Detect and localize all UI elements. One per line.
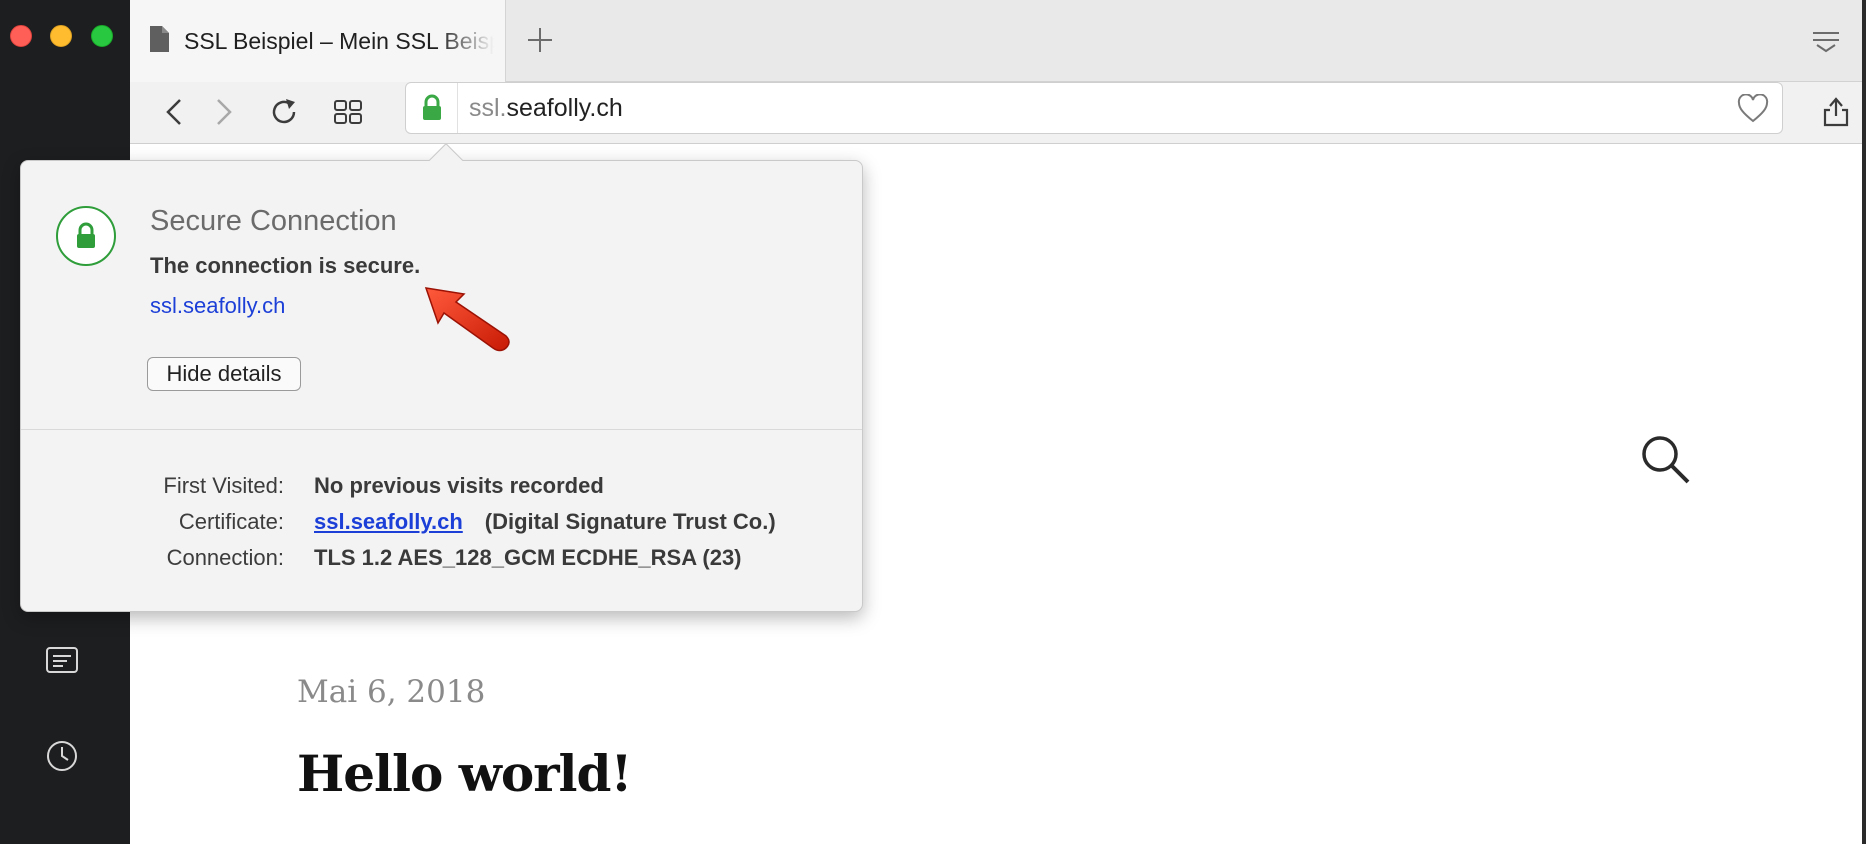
hide-details-button[interactable]: Hide details [147,357,301,391]
url-text[interactable]: ssl.seafolly.ch [458,94,623,123]
secure-lock-icon [56,206,116,266]
chevron-right-icon [217,99,232,125]
popup-host-link[interactable]: ssl.seafolly.ch [150,293,285,319]
first-visited-row: First Visited: No previous visits record… [21,473,862,503]
chevron-left-icon [166,99,181,125]
popup-divider [21,429,862,430]
notes-panel-icon[interactable] [44,642,80,678]
window-close-button[interactable] [10,25,32,47]
address-bar[interactable]: ssl.seafolly.ch [405,82,1783,134]
new-tab-button[interactable] [522,22,558,58]
annotation-arrow-icon [424,287,510,352]
site-security-popup: Secure Connection The connection is secu… [20,143,863,612]
lock-icon [422,94,441,120]
share-button[interactable] [1816,92,1856,132]
certificate-row: Certificate: ssl.seafolly.ch (Digital Sig… [21,509,862,539]
certificate-link[interactable]: ssl.seafolly.ch [314,509,463,534]
tab-active[interactable]: SSL Beispiel – Mein SSL Beispiel [130,0,506,82]
tab-list-icon [1813,32,1839,53]
url-subdomain: ssl. [469,93,507,122]
first-visited-value: No previous visits recorded [314,473,604,498]
back-button[interactable] [154,92,194,132]
connection-row: Connection: TLS 1.2 AES_128_GCM ECDHE_RS… [21,545,862,575]
heart-icon [1737,94,1769,123]
grid-icon [334,100,362,124]
bookmark-button[interactable] [1736,92,1770,126]
certificate-label: Certificate: [178,509,284,534]
site-search-button[interactable] [1638,432,1694,488]
first-visited-label: First Visited: [163,473,284,498]
tab-menu-button[interactable] [1808,24,1844,60]
share-icon [1823,97,1849,127]
post-date[interactable]: Mai 6, 2018 [297,674,485,710]
toolbar: ssl.seafolly.ch [130,82,1866,144]
connection-value: TLS 1.2 AES_128_GCM ECDHE_RSA (23) [314,545,742,570]
window-maximize-button[interactable] [91,25,113,47]
site-info-button[interactable] [406,83,458,133]
popup-heading: Secure Connection [150,205,397,237]
window-edge [1862,0,1866,844]
forward-button[interactable] [204,92,244,132]
connection-status: The connection is secure. [150,253,421,278]
url-domain: seafolly.ch [506,93,623,122]
reload-button[interactable] [264,92,304,132]
post-title[interactable]: Hello world! [297,744,632,803]
history-panel-icon[interactable] [44,738,80,774]
certificate-issuer: (Digital Signature Trust Co.) [484,509,776,534]
window-minimize-button[interactable] [50,25,72,47]
document-icon [148,25,170,58]
tab-title: SSL Beispiel – Mein SSL Beispiel [184,27,494,54]
connection-label: Connection: [166,545,284,570]
tab-overview-button[interactable] [328,92,368,132]
reload-icon [272,99,296,124]
certificate-value: ssl.seafolly.ch (Digital Signature Trust … [314,509,776,535]
search-icon [1642,436,1690,484]
plus-icon [528,28,552,52]
tab-bar: SSL Beispiel – Mein SSL Beispiel [130,0,1866,82]
